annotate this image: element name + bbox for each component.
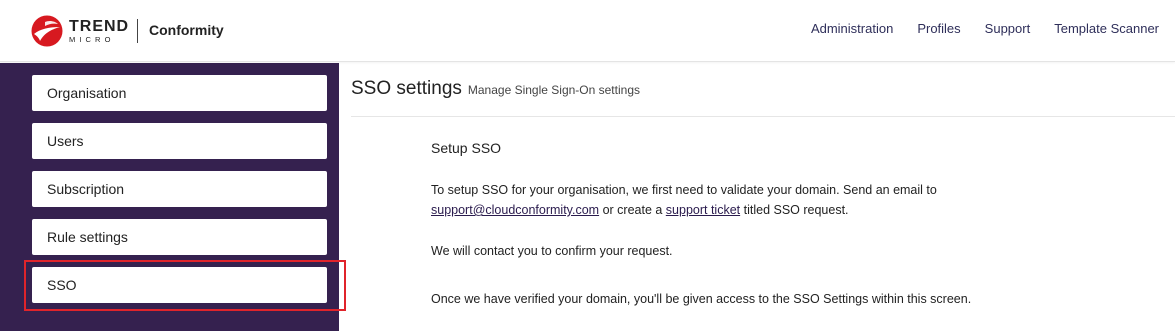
sso-setup-section: Setup SSO To setup SSO for your organisa… xyxy=(431,140,1131,306)
page-subtitle: Manage Single Sign-On settings xyxy=(467,83,640,97)
support-email-link[interactable]: support@cloudconformity.com xyxy=(431,203,599,217)
main-content: SSO settings Manage Single Sign-On setti… xyxy=(351,63,1175,331)
top-navigation: Administration Profiles Support Template… xyxy=(811,21,1159,36)
trend-micro-ball-icon xyxy=(31,15,63,47)
instructions-text-end: titled SSO request. xyxy=(740,203,849,217)
page-title: SSO settings xyxy=(351,78,462,99)
page-header: SSO settings Manage Single Sign-On setti… xyxy=(351,78,640,100)
sidebar-item-label: Rule settings xyxy=(47,229,128,245)
logo-divider xyxy=(137,19,138,43)
nav-profiles[interactable]: Profiles xyxy=(917,21,960,36)
verification-text: Once we have verified your domain, you'l… xyxy=(431,292,972,306)
selection-highlight xyxy=(24,260,346,311)
sidebar-item-rule-settings[interactable]: Rule settings xyxy=(32,219,327,255)
logo-text-micro: MICRO xyxy=(69,34,115,44)
section-title: Setup SSO xyxy=(431,140,502,156)
sidebar-item-label: Organisation xyxy=(47,85,127,101)
support-ticket-link[interactable]: support ticket xyxy=(666,203,740,217)
top-header: TREND MICRO Conformity Administration Pr… xyxy=(0,0,1175,62)
title-divider xyxy=(351,116,1175,117)
sidebar-item-users[interactable]: Users xyxy=(32,123,327,159)
sidebar-item-label: Users xyxy=(47,133,84,149)
sidebar-item-label: Subscription xyxy=(47,181,125,197)
setup-instructions: To setup SSO for your organisation, we f… xyxy=(431,180,1131,220)
logo-text-trend: TREND xyxy=(69,17,130,35)
sidebar-item-subscription[interactable]: Subscription xyxy=(32,171,327,207)
instructions-text: To setup SSO for your organisation, we f… xyxy=(431,183,937,197)
sidebar-item-organisation[interactable]: Organisation xyxy=(32,75,327,111)
instructions-text-mid: or create a xyxy=(599,203,666,217)
nav-template-scanner[interactable]: Template Scanner xyxy=(1054,21,1159,36)
nav-administration[interactable]: Administration xyxy=(811,21,893,36)
product-name[interactable]: Conformity xyxy=(149,22,224,38)
trend-micro-logo[interactable]: TREND MICRO xyxy=(31,15,129,47)
contact-confirmation-text: We will contact you to confirm your requ… xyxy=(431,244,673,258)
nav-support[interactable]: Support xyxy=(985,21,1031,36)
